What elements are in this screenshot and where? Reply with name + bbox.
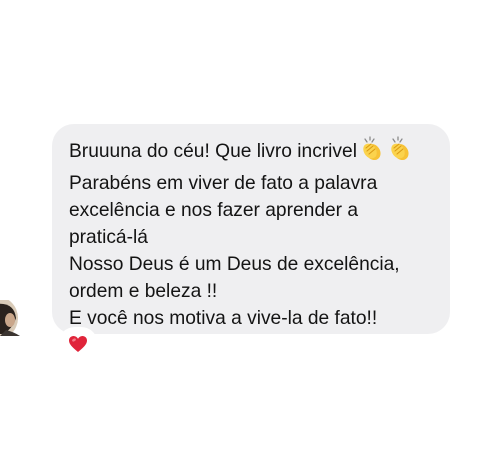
message-line: praticá-lá (69, 227, 148, 248)
message-bubble[interactable]: Bruuuna do céu! Que livro incrivel Parab… (52, 124, 450, 334)
clapping-hands-icon (359, 136, 385, 170)
message-line: Parabéns em viver de fato a palavra (69, 173, 378, 194)
avatar-photo (0, 300, 20, 336)
message-line: excelência e nos fazer aprender a (69, 200, 359, 221)
clapping-hands-icon (387, 136, 413, 170)
sender-avatar[interactable] (0, 300, 36, 336)
message-line: Bruuuna do céu! Que livro incrivel (69, 136, 432, 170)
message-line: ordem e beleza !! (69, 281, 218, 302)
red-heart-icon (69, 336, 87, 352)
message-line: Nosso Deus é um Deus de excelência, (69, 254, 400, 275)
heart-reaction[interactable] (60, 329, 96, 359)
message-line: E você nos motiva a vive-la de fato!! (69, 308, 378, 329)
